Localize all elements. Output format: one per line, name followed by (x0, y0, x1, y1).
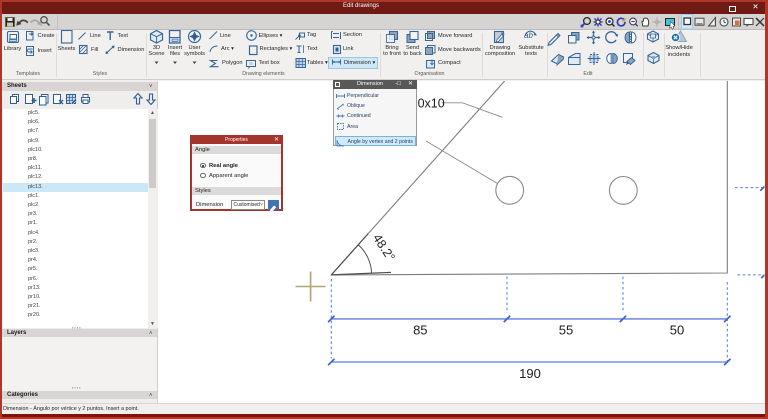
svg-text:0x10: 0x10 (418, 97, 445, 111)
svg-text:190: 190 (519, 366, 541, 381)
svg-text:50: 50 (670, 322, 684, 337)
svg-text:48.2°: 48.2° (370, 232, 398, 264)
svg-text:85: 85 (413, 322, 427, 337)
svg-text:55: 55 (559, 322, 573, 337)
